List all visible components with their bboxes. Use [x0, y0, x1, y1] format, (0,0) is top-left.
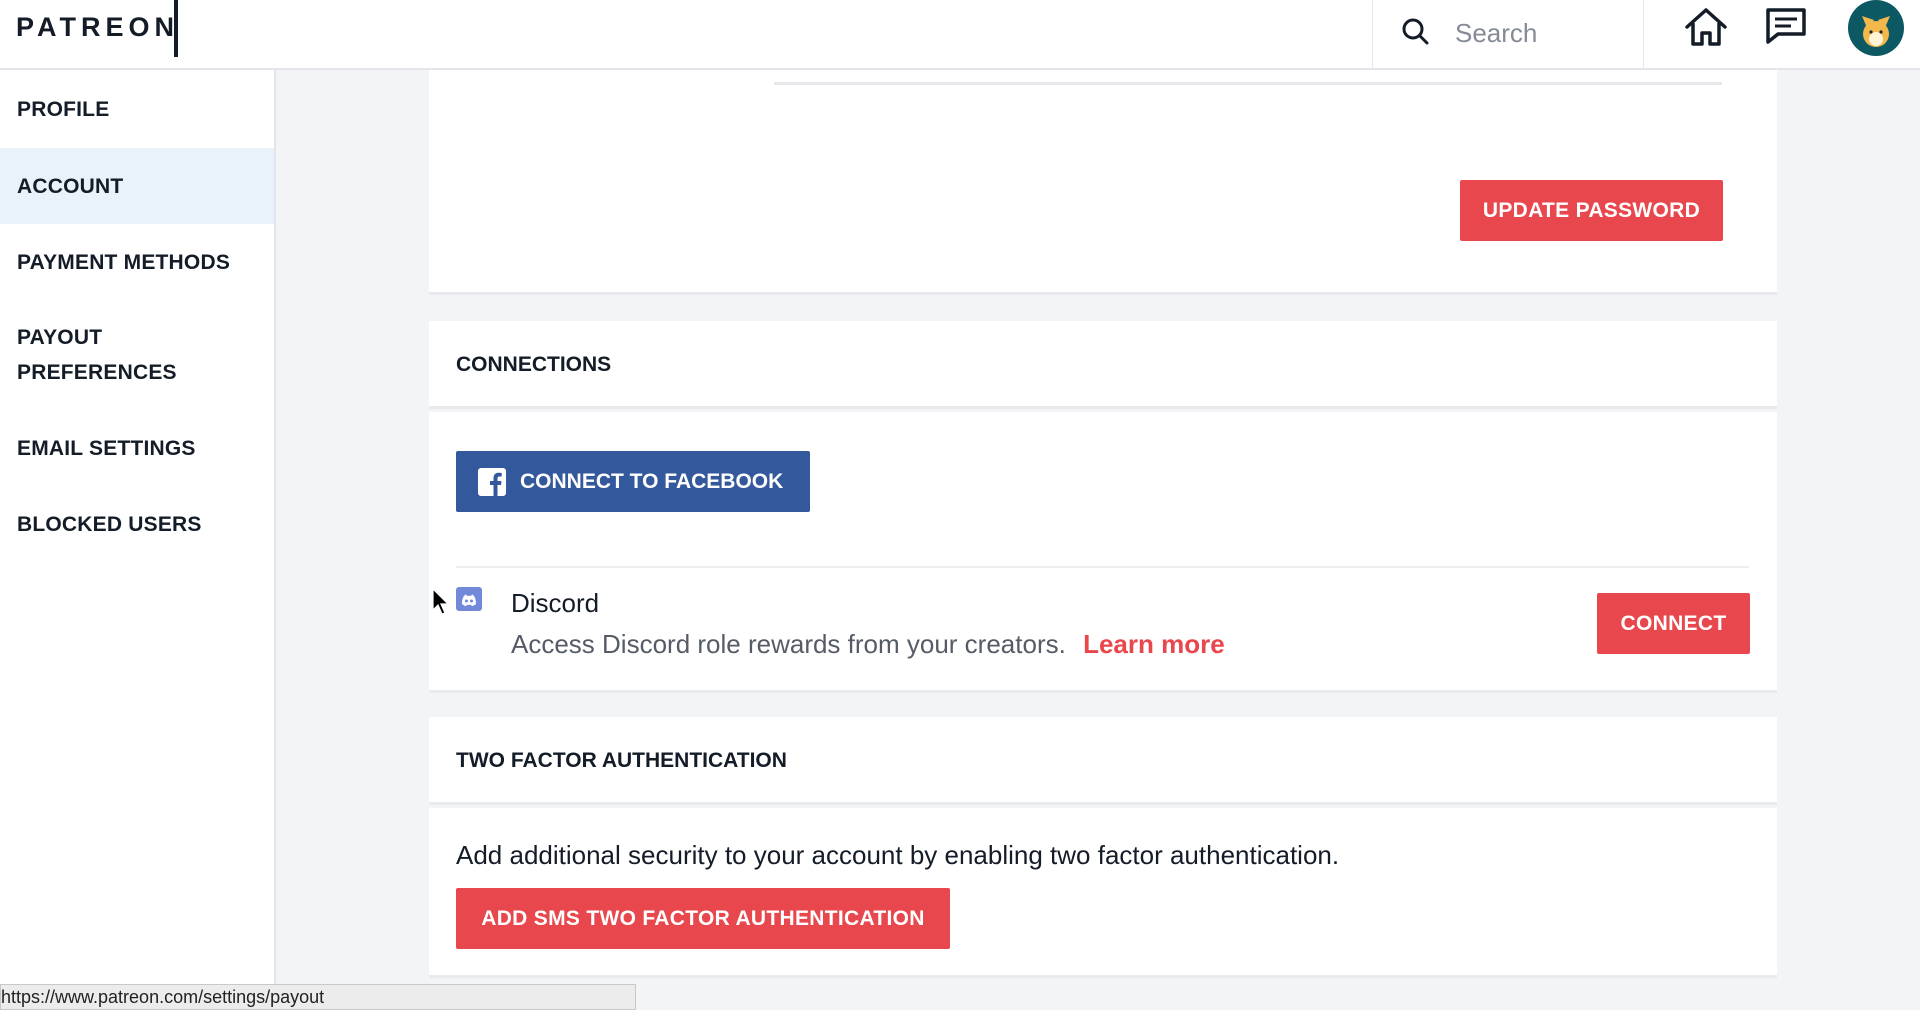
sidebar-item-label: ACCOUNT: [17, 174, 124, 198]
sidebar-item-account[interactable]: ACCOUNT: [0, 148, 274, 224]
top-bar: PATREON Search: [0, 0, 1920, 70]
connections-title: CONNECTIONS: [456, 353, 612, 376]
connections-header: CONNECTIONS: [429, 321, 1777, 409]
connect-facebook-button[interactable]: CONNECT TO FACEBOOK: [456, 451, 810, 512]
two-factor-title: TWO FACTOR AUTHENTICATION: [456, 749, 787, 772]
facebook-button-label: CONNECT TO FACEBOOK: [520, 469, 784, 493]
password-field-divider: [774, 82, 1722, 85]
mouse-cursor-icon: [432, 588, 450, 615]
learn-more-link[interactable]: Learn more: [1083, 629, 1225, 659]
logo-divider: [174, 0, 178, 57]
sidebar-item-email-settings[interactable]: EMAIL SETTINGS: [0, 431, 274, 466]
status-url: https://www.patreon.com/settings/payout: [1, 987, 325, 1007]
discord-icon: [456, 587, 482, 611]
two-factor-card: Add additional security to your account …: [429, 808, 1777, 978]
connections-divider: [456, 566, 1749, 568]
browser-status-bar: https://www.patreon.com/settings/payout: [0, 984, 636, 1010]
sidebar-item-profile[interactable]: PROFILE: [0, 92, 274, 127]
sidebar-item-payment-methods[interactable]: PAYMENT METHODS: [0, 245, 274, 280]
discord-description: Access Discord role rewards from your cr…: [511, 629, 1066, 659]
discord-title: Discord: [511, 588, 600, 618]
home-icon[interactable]: [1684, 6, 1728, 48]
two-factor-description: Add additional security to your account …: [456, 840, 1340, 870]
two-factor-header: TWO FACTOR AUTHENTICATION: [429, 717, 1777, 805]
search-box[interactable]: Search: [1372, 0, 1644, 70]
connect-discord-button[interactable]: CONNECT: [1597, 593, 1750, 654]
messages-icon[interactable]: [1764, 6, 1808, 46]
patreon-logo[interactable]: PATREON: [16, 12, 179, 43]
discord-description-row: Access Discord role rewards from your cr…: [511, 629, 1225, 660]
sidebar-item-blocked-users[interactable]: BLOCKED USERS: [0, 507, 274, 542]
connections-card: CONNECT TO FACEBOOK Discord Access Disco…: [429, 412, 1777, 693]
facebook-icon: [478, 467, 506, 496]
update-password-button[interactable]: UPDATE PASSWORD: [1460, 180, 1723, 241]
search-icon: [1402, 18, 1429, 45]
password-card: UPDATE PASSWORD: [429, 70, 1777, 295]
avatar[interactable]: [1848, 0, 1904, 56]
sidebar-item-payout-preferences[interactable]: PAYOUT PREFERENCES: [0, 320, 240, 390]
settings-sidebar: PROFILE ACCOUNT PAYMENT METHODS PAYOUT P…: [0, 70, 276, 1010]
fox-avatar-icon: [1862, 16, 1890, 47]
search-input[interactable]: Search: [1455, 18, 1537, 49]
add-sms-two-factor-button[interactable]: ADD SMS TWO FACTOR AUTHENTICATION: [456, 888, 950, 949]
